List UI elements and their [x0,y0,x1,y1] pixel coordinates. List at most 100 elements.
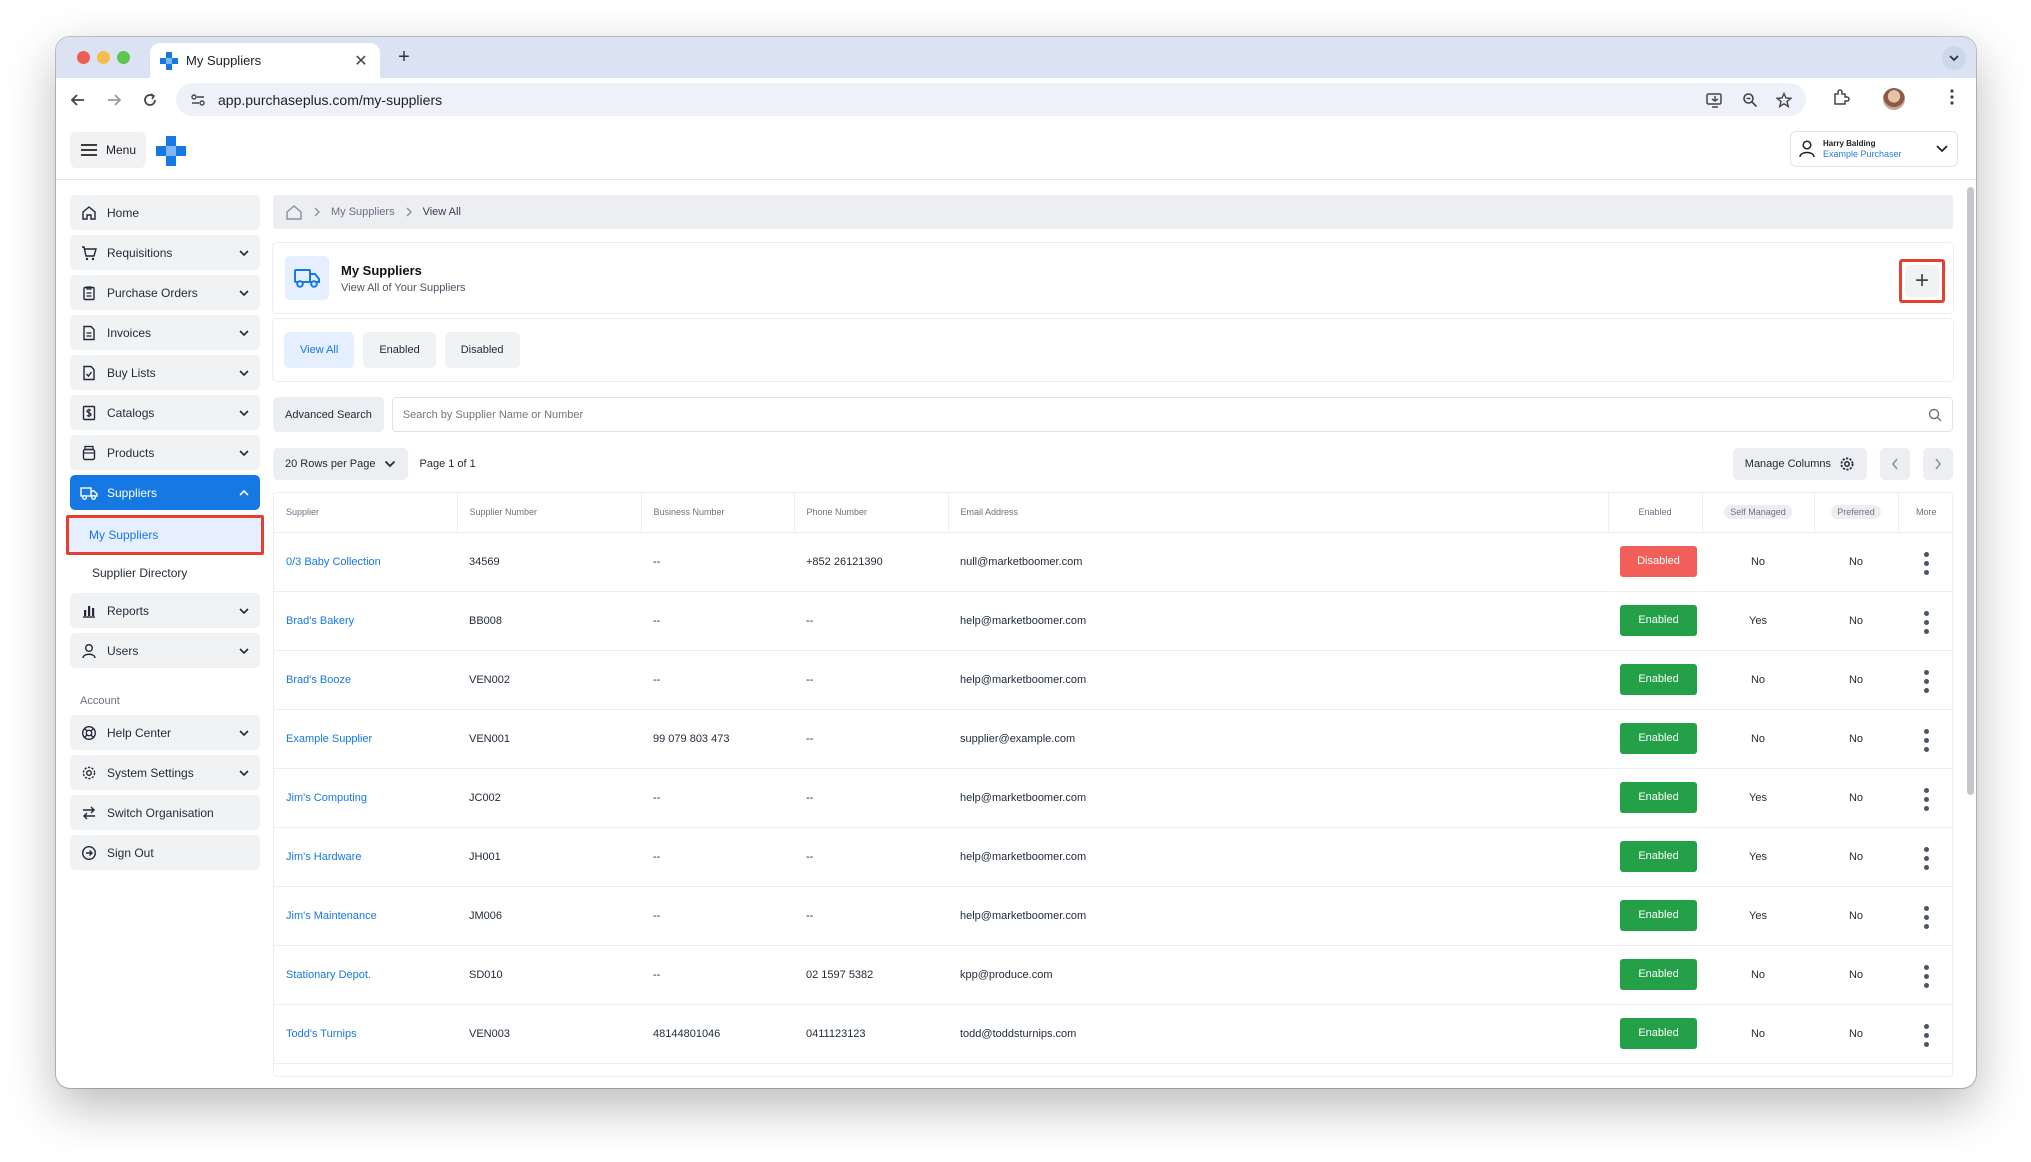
more-options-icon[interactable] [1923,729,1929,752]
preferred-cell: No [1814,709,1898,769]
sidebar-subitem-my-suppliers[interactable]: My Suppliers [66,515,264,555]
sidebar-item-reports[interactable]: Reports [70,593,260,628]
browser-menu-button[interactable] [1949,88,1955,106]
breadcrumb-my-suppliers[interactable]: My Suppliers [331,206,395,218]
tab-disabled[interactable]: Disabled [444,332,520,368]
more-options-icon[interactable] [1923,906,1929,929]
close-tab-icon[interactable]: ✕ [352,51,370,71]
table-row[interactable]: Example Supplier VEN001 99 079 803 473 -- su… [274,709,1952,769]
supplier-name-link[interactable]: Todd's Turnips [274,1004,457,1064]
status-badge: Enabled [1620,664,1697,695]
sidebar-item-switch-organisation[interactable]: Switch Organisation [70,795,260,830]
supplier-name-link[interactable]: Stationary Depot. [274,945,457,1005]
back-button[interactable] [66,88,90,112]
column-header-business-number[interactable]: Business Number [641,493,795,533]
table-row[interactable]: Jim's Hardware JH001 -- -- help@marketboomer… [274,827,1952,887]
search-icon[interactable] [1928,408,1942,422]
column-header-phone-number[interactable]: Phone Number [794,493,949,533]
sidebar-item-buy-lists[interactable]: Buy Lists [70,355,260,390]
column-header-more: More [1898,493,1952,533]
add-supplier-button[interactable]: + [1899,259,1945,303]
rows-per-page-select[interactable]: 20 Rows per Page [273,448,408,480]
sidebar-item-home[interactable]: Home [70,195,260,230]
advanced-search-button[interactable]: Advanced Search [273,397,384,432]
table-row[interactable]: Jim's Maintenance JM006 -- -- help@marketboo… [274,886,1952,946]
table-row[interactable]: Todd's Turnips VEN003 48144801046 041112312… [274,1004,1952,1064]
table-row[interactable]: Brad's Bakery BB008 -- -- help@marketboomer.… [274,591,1952,651]
column-header-enabled[interactable]: Enabled [1608,493,1703,533]
forward-button[interactable] [102,88,126,112]
supplier-name-link[interactable]: Jim's Hardware [274,827,457,887]
sidebar-item-system-settings[interactable]: System Settings [70,755,260,790]
site-settings-icon[interactable] [190,92,206,108]
new-tab-button[interactable]: + [392,46,416,69]
status-badge: Enabled [1620,605,1697,636]
address-bar[interactable]: app.purchaseplus.com/my-suppliers [176,83,1806,116]
column-header-preferred[interactable]: Preferred [1814,493,1899,533]
phone-number-cell: -- [794,650,948,710]
more-cell [1898,532,1952,592]
email-address-cell: help@marketboomer.com [948,886,1608,946]
search-input[interactable] [402,408,1928,421]
column-header-supplier-number[interactable]: Supplier Number [457,493,642,533]
column-header-supplier[interactable]: Supplier [274,493,458,533]
maximize-window-button[interactable] [117,51,130,64]
sidebar-item-suppliers[interactable]: Suppliers [70,475,260,510]
minimize-window-button[interactable] [97,51,110,64]
sidebar-item-sign-out[interactable]: Sign Out [70,835,260,870]
sidebar-item-users[interactable]: Users [70,633,260,668]
page-scrollbar[interactable] [1967,187,1974,795]
more-options-icon[interactable] [1923,611,1929,634]
more-options-icon[interactable] [1923,552,1929,575]
browser-tab[interactable]: My Suppliers ✕ [150,43,380,78]
supplier-name-link[interactable]: Jim's Maintenance [274,886,457,946]
more-options-icon[interactable] [1923,670,1929,693]
purchaseplus-logo[interactable] [156,136,186,166]
manage-columns-button[interactable]: Manage Columns [1732,448,1867,480]
more-options-icon[interactable] [1923,788,1929,811]
reload-button[interactable] [138,88,162,112]
close-window-button[interactable] [77,51,90,64]
column-header-email-address[interactable]: Email Address [948,493,1609,533]
tab-enabled[interactable]: Enabled [363,332,436,368]
supplier-name-link[interactable]: Brad's Bakery [274,591,457,651]
table-row[interactable]: 0/3 Baby Collection 34569 -- +852 26121390 n… [274,532,1952,592]
table-row[interactable]: Jim's Computing JC002 -- -- help@marketboome… [274,768,1952,828]
more-options-icon[interactable] [1923,1024,1929,1047]
self-managed-cell: No [1702,709,1814,769]
table-row[interactable]: Brad's Booze VEN002 -- -- help@marketboomer.… [274,650,1952,710]
sidebar-item-label: Products [107,445,155,460]
sidebar-subitem-supplier-directory[interactable]: Supplier Directory [70,555,260,590]
install-app-icon[interactable] [1706,92,1724,108]
user-menu[interactable]: Harry Balding Example Purchaser [1790,131,1958,167]
profile-avatar-button[interactable] [1883,88,1905,110]
more-options-icon[interactable] [1923,965,1929,988]
business-number-cell: 48144801046 [641,1004,794,1064]
search-field[interactable] [391,397,1953,432]
supplier-name-link[interactable]: Example Supplier [274,709,457,769]
sidebar-item-help-center[interactable]: Help Center [70,715,260,750]
bookmark-star-icon[interactable] [1776,91,1792,108]
supplier-name-link[interactable]: Brad's Booze [274,650,457,710]
sidebar-item-purchase-orders[interactable]: Purchase Orders [70,275,260,310]
zoom-icon[interactable] [1742,92,1758,108]
extensions-button[interactable] [1832,88,1850,106]
table-row[interactable]: Stationary Depot. SD010 -- 02 1597 5382 kpp@… [274,945,1952,1005]
more-options-icon[interactable] [1923,847,1929,870]
self-managed-cell: Yes [1702,591,1814,651]
tab-view-all[interactable]: View All [284,332,355,368]
sidebar-item-requisitions[interactable]: Requisitions [70,235,260,270]
chevron-down-icon [239,289,249,296]
preferred-cell: No [1814,532,1898,592]
supplier-name-link[interactable]: Jim's Computing [274,768,457,828]
tab-search-button[interactable] [1942,46,1966,70]
sidebar-item-catalogs[interactable]: Catalogs [70,395,260,430]
menu-button[interactable]: Menu [70,132,147,168]
next-page-button[interactable] [1923,448,1953,480]
sidebar-item-invoices[interactable]: Invoices [70,315,260,350]
previous-page-button[interactable] [1880,448,1910,480]
sidebar-item-products[interactable]: Products [70,435,260,470]
column-header-self-managed[interactable]: Self Managed [1702,493,1815,533]
home-icon[interactable] [285,204,303,220]
supplier-name-link[interactable]: 0/3 Baby Collection [274,532,457,592]
